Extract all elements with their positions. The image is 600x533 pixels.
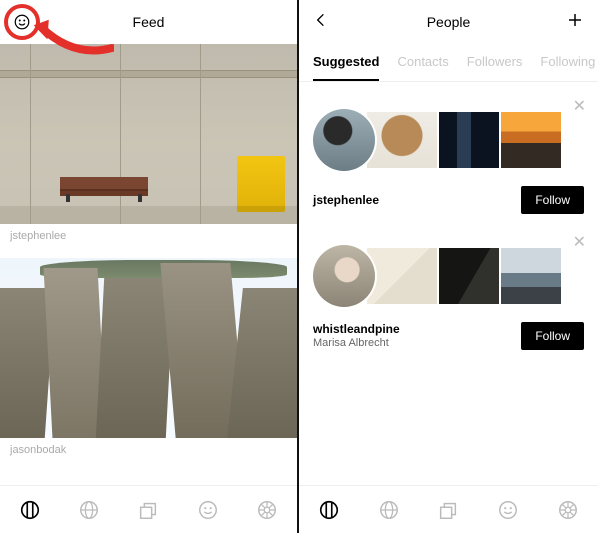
feed-list[interactable]: jstephenlee jasonbodak xyxy=(0,44,297,485)
people-screen: People Suggested Contacts Followers Foll… xyxy=(299,0,598,533)
card-thumbs[interactable] xyxy=(313,104,584,176)
smile-icon[interactable] xyxy=(197,499,219,521)
smile-icon[interactable] xyxy=(13,13,31,31)
feed-photo[interactable] xyxy=(0,44,297,224)
feed-username[interactable]: jstephenlee xyxy=(0,224,297,252)
people-card: ✕ jstephenlee Follow xyxy=(299,86,598,222)
back-icon[interactable] xyxy=(313,12,329,33)
smile-icon[interactable] xyxy=(497,499,519,521)
card-thumbs[interactable] xyxy=(313,240,584,312)
bottom-nav xyxy=(0,485,297,533)
feed-item[interactable]: jstephenlee xyxy=(0,44,297,252)
follow-button[interactable]: Follow xyxy=(521,186,584,214)
feed-photo[interactable] xyxy=(0,258,297,438)
feed-icon[interactable] xyxy=(318,499,340,521)
card-realname: Marisa Albrecht xyxy=(313,337,400,351)
tab-suggested[interactable]: Suggested xyxy=(313,44,379,81)
people-card: ✕ whistleandpine Marisa Albrecht Follow xyxy=(299,222,598,359)
avatar[interactable] xyxy=(313,245,375,307)
feed-title: Feed xyxy=(0,14,297,30)
feed-item[interactable]: jasonbodak xyxy=(0,258,297,466)
tab-contacts[interactable]: Contacts xyxy=(397,44,448,81)
layers-icon[interactable] xyxy=(437,499,459,521)
tab-following[interactable]: Following xyxy=(540,44,595,81)
people-list[interactable]: ✕ jstephenlee Follow ✕ xyxy=(299,82,598,485)
feed-username[interactable]: jasonbodak xyxy=(0,438,297,466)
feed-header: Feed xyxy=(0,0,297,44)
add-icon[interactable] xyxy=(566,11,584,34)
card-username[interactable]: jstephenlee xyxy=(313,193,379,208)
thumb[interactable] xyxy=(367,112,437,168)
thumb[interactable] xyxy=(367,248,437,304)
globe-icon[interactable] xyxy=(78,499,100,521)
wheel-icon[interactable] xyxy=(256,499,278,521)
callout-circle xyxy=(4,4,40,40)
follow-button[interactable]: Follow xyxy=(521,322,584,350)
globe-icon[interactable] xyxy=(378,499,400,521)
illustration-bin xyxy=(237,156,285,212)
thumb[interactable] xyxy=(491,248,561,304)
tab-followers[interactable]: Followers xyxy=(467,44,523,81)
layers-icon[interactable] xyxy=(137,499,159,521)
people-header: People xyxy=(299,0,598,44)
card-username[interactable]: whistleandpine xyxy=(313,322,400,337)
wheel-icon[interactable] xyxy=(557,499,579,521)
feed-screen: Feed jstephenlee xyxy=(0,0,299,533)
feed-icon[interactable] xyxy=(19,499,41,521)
thumb[interactable] xyxy=(491,112,561,168)
bottom-nav xyxy=(299,485,598,533)
people-tabs: Suggested Contacts Followers Following xyxy=(299,44,598,82)
illustration-bench xyxy=(60,174,148,202)
people-title: People xyxy=(299,14,598,30)
avatar[interactable] xyxy=(313,109,375,171)
thumb[interactable] xyxy=(429,112,499,168)
thumb[interactable] xyxy=(429,248,499,304)
